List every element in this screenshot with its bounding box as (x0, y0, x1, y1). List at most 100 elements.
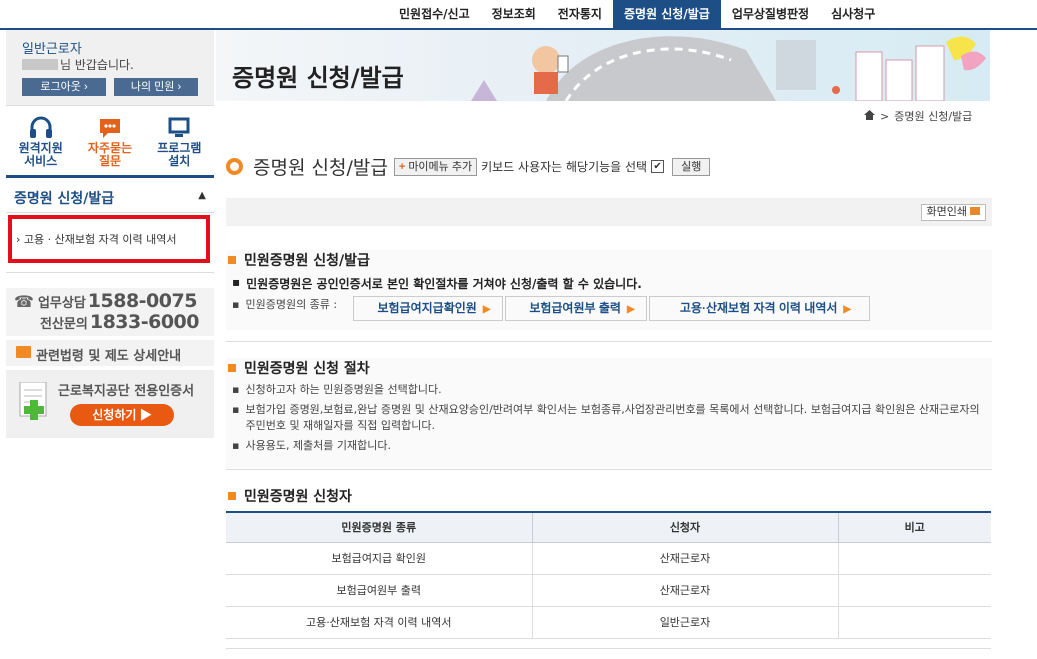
procedure-text: 보험가입 증명원,보험료,완납 증명원 및 산재요양승인/반려여부 확인서는 보… (245, 403, 980, 432)
nav-item-certificate[interactable]: 증명원 신청/발급 (612, 0, 721, 28)
quick-faq[interactable]: 자주묻는 질문 (75, 110, 144, 175)
section-title: 민원증명원 신청/발급 (228, 250, 370, 270)
procedure-step: ▪ 신청하고자 하는 민원증명원을 선택합니다. (232, 382, 992, 398)
law-info-label: 관련법령 및 제도 상세안내 (36, 349, 182, 364)
my-petition-button[interactable]: 나의 민원 › (114, 78, 198, 96)
section-title: 민원증명원 신청 절차 (228, 358, 370, 378)
print-label: 화면인쇄 (926, 206, 967, 218)
table-cell: 보험급여원부 출력 (226, 574, 532, 607)
logout-button[interactable]: 로그아웃 › (22, 78, 106, 96)
table-header-row: 민원증명원 종류 신청자 비고 (226, 511, 991, 543)
quick-label: 서비스 (24, 154, 58, 168)
procedure-text: 사용용도, 제출처를 기재합니다. (245, 439, 392, 452)
home-icon[interactable] (864, 109, 875, 123)
procedure-step: ▪ 사용용도, 제출처를 기재합니다. (232, 438, 992, 454)
section-title-text: 민원증명원 신청/발급 (244, 253, 370, 269)
document-icon (16, 346, 31, 358)
law-info-link[interactable]: 관련법령 및 제도 상세안내 (6, 340, 214, 366)
run-button[interactable]: 실행 (672, 157, 711, 176)
type-label: 보험급여원부 출력 (529, 301, 621, 315)
nav-item-info-inquiry[interactable]: 정보조회 (481, 0, 547, 28)
phone-label: 업무상담 (37, 296, 86, 311)
certificate-apply-button[interactable]: 신청하기 ▶ (70, 404, 174, 426)
phone-number: 1833-6000 (89, 311, 200, 333)
monitor-icon (145, 116, 214, 142)
nav-item-petition-receipt[interactable]: 민원접수/신고 (388, 0, 481, 28)
types-label: 민원증명원의 종류 : (245, 298, 338, 311)
right-margin (990, 30, 1037, 659)
nav-item-occupational-disease[interactable]: 업무상질병판정 (721, 0, 820, 28)
phone-icon: ☎ (14, 292, 34, 311)
chat-bubble-icon (75, 116, 144, 142)
bullet-icon: ▪ (232, 275, 241, 289)
quick-remote-support[interactable]: 원격지원 서비스 (6, 110, 75, 175)
user-type: 일반근로자 (22, 42, 82, 57)
type-label: 보험급여지급확인원 (377, 301, 477, 315)
login-box: 일반근로자 님 반갑습니다. 로그아웃 › 나의 민원 › (6, 30, 214, 106)
sidebar-section-label: 증명원 신청/발급 (14, 191, 115, 207)
keyboard-checkbox[interactable]: ✔ (651, 160, 665, 173)
triangle-right-icon: ▶ (843, 304, 852, 315)
banner-title: 증명원 신청/발급 (232, 64, 404, 92)
table-row: 보험급여원부 출력 산재근로자 (226, 574, 991, 607)
quick-label: 질문 (98, 154, 122, 168)
print-screen-button[interactable]: 화면인쇄 (920, 204, 986, 221)
table-cell: 보험급여지급 확인원 (226, 542, 532, 575)
sidebar-section-title[interactable]: 증명원 신청/발급 ▲ (6, 181, 214, 213)
breadcrumb-current: 증명원 신청/발급 (894, 110, 973, 123)
nav-item-review-request[interactable]: 심사청구 (820, 0, 886, 28)
chevron-right-icon: > (880, 109, 890, 123)
table-cell (837, 574, 991, 607)
square-bullet-icon (228, 492, 236, 500)
arrow-right-icon: › (83, 81, 88, 93)
logout-label: 로그아웃 (40, 81, 81, 93)
section-title-text: 민원증명원 신청자 (244, 489, 352, 505)
my-petition-label: 나의 민원 (130, 81, 175, 93)
table-row: 보험급여지급 확인원 산재근로자 (226, 542, 991, 575)
headset-icon (6, 116, 75, 142)
print-bar: 화면인쇄 (226, 198, 992, 226)
table-row: 고용·산재보험 자격 이력 내역서 일반근로자 (226, 606, 991, 639)
add-mymenu-button[interactable]: + 마이메뉴 추가 (393, 157, 478, 176)
title-circle-icon (226, 158, 243, 175)
page-heading: 증명원 신청/발급 + 마이메뉴 추가 키보드 사용자는 해당기능을 선택 ✔ … (226, 153, 711, 180)
sidebar-item-qualification-history[interactable]: › 고용 · 산재보험 자격 이력 내역서 (8, 215, 210, 263)
page-title: 증명원 신청/발급 (253, 157, 388, 179)
table-cell: 고용·산재보험 자격 이력 내역서 (226, 606, 532, 639)
triangle-right-icon: ▶ (482, 304, 491, 315)
page-banner: 증명원 신청/발급 (216, 30, 990, 101)
sidebar-item-text: 고용 · 산재보험 자격 이력 내역서 (23, 233, 177, 246)
table-cell (837, 606, 991, 639)
section-title: 민원증명원 신청자 (228, 486, 352, 506)
divider (6, 272, 214, 273)
square-bullet-icon (228, 256, 236, 264)
certificate-apply-label: 신청하기 (92, 408, 137, 422)
divider (226, 648, 991, 649)
certificate-title: 근로복지공단 전용인증서 (58, 384, 195, 399)
notice-text: 민원증명원은 공인인증서로 본인 확인절차를 거쳐야 신청/출력 할 수 있습니… (246, 277, 642, 291)
table-cell: 일반근로자 (531, 606, 838, 639)
type-button-benefit-ledger[interactable]: 보험급여원부 출력 ▶ (505, 296, 647, 321)
type-button-benefit-confirmation[interactable]: 보험급여지급확인원 ▶ (353, 296, 503, 321)
divider (226, 469, 992, 470)
type-button-qualification-history[interactable]: 고용·산재보험 자격 이력 내역서 ▶ (649, 296, 870, 321)
plus-icon: + (398, 160, 406, 173)
printer-icon (970, 207, 980, 215)
table-cell (837, 542, 991, 575)
quick-links: 원격지원 서비스 자주묻는 질문 프로그램 설치 (6, 110, 214, 178)
phone-row-consult: ☎ 업무상담 1588-0075 (14, 290, 197, 312)
top-navigation: 민원접수/신고 정보조회 전자통지 증명원 신청/발급 업무상질병판정 심사청구 (0, 0, 1037, 28)
table-cell: 산재근로자 (531, 574, 838, 607)
bullet-icon: ▪ (232, 439, 240, 452)
phone-contact-box: ☎ 업무상담 1588-0075 전산문의 1833-6000 (6, 288, 214, 336)
quick-program-install[interactable]: 프로그램 설치 (145, 110, 214, 175)
phone-row-it: 전산문의 1833-6000 (40, 311, 200, 333)
table-cell: 산재근로자 (531, 542, 838, 575)
certificate-icon (16, 381, 52, 431)
phone-number: 1588-0075 (87, 290, 198, 312)
procedure-text: 신청하고자 하는 민원증명원을 선택합니다. (245, 383, 442, 396)
certificate-box: 근로복지공단 전용인증서 신청하기 ▶ (6, 370, 214, 438)
column-header: 비고 (837, 511, 991, 543)
section-application-procedure: 민원증명원 신청 절차 ▪ 신청하고자 하는 민원증명원을 선택합니다. ▪ 보험가… (226, 358, 992, 468)
nav-item-e-notice[interactable]: 전자통지 (547, 0, 613, 28)
